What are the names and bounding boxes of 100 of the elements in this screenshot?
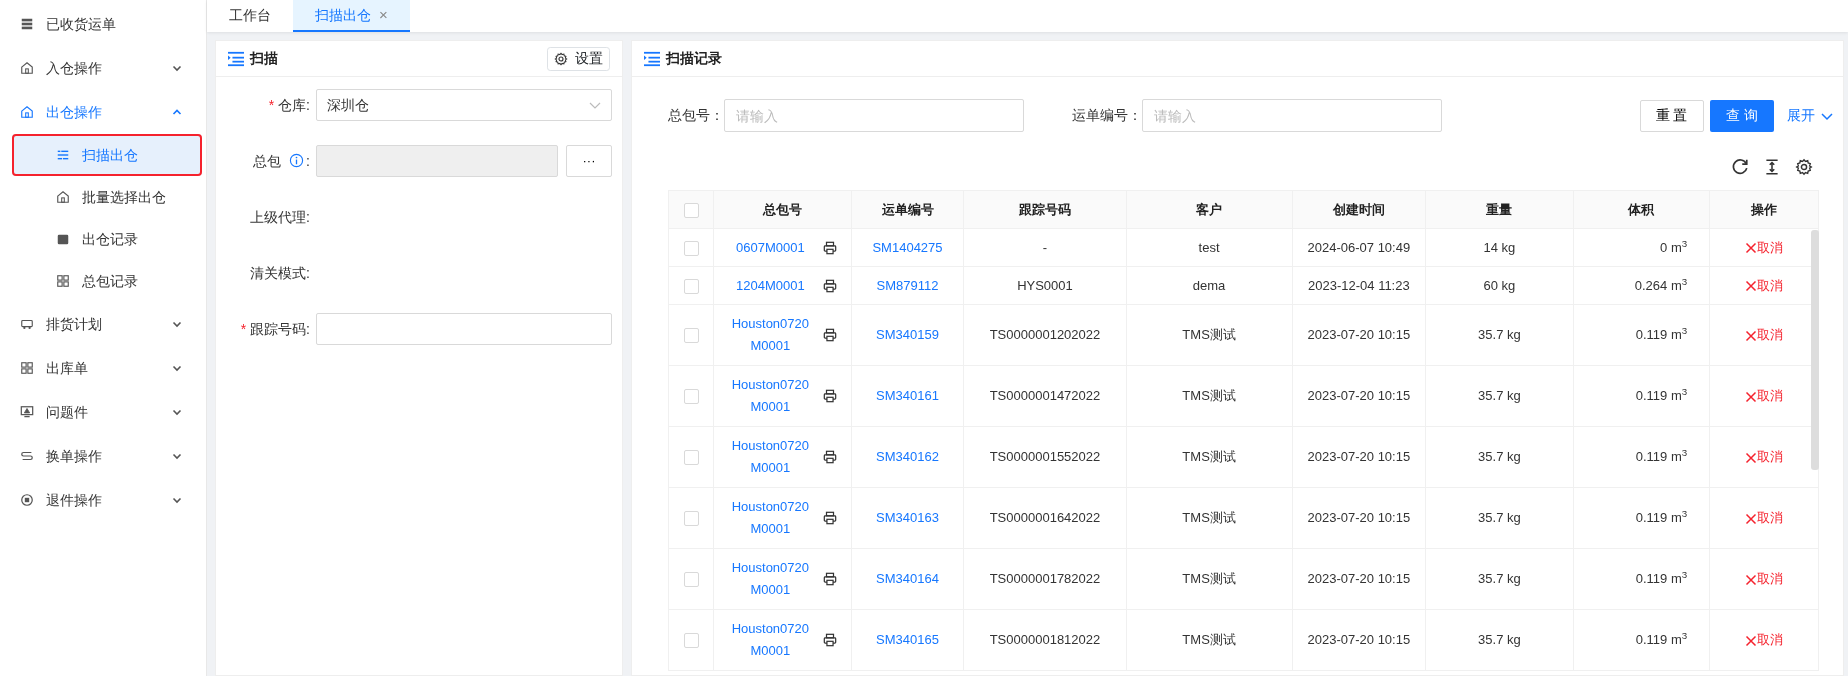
printer-icon[interactable] <box>823 240 838 255</box>
checkbox[interactable] <box>683 389 699 405</box>
waybill-link[interactable]: SM340159 <box>876 327 939 343</box>
table-cell: TS0000001782022 <box>963 548 1126 610</box>
reset-button[interactable]: 重 置 <box>1639 99 1704 132</box>
table-cell: 0.119 m$^{3}$ <box>1573 548 1710 610</box>
checkbox[interactable] <box>683 328 699 344</box>
close-icon <box>1745 512 1758 525</box>
table-cell: TS0000001552022 <box>963 426 1126 488</box>
column-height-icon[interactable] <box>1763 158 1781 176</box>
waybill-link[interactable]: SM340164 <box>876 571 939 587</box>
close-icon <box>1745 329 1758 342</box>
cancel-link[interactable]: 取消 <box>1745 327 1784 343</box>
checkbox[interactable] <box>683 278 699 294</box>
table-cell: TS0000001472022 <box>963 365 1126 427</box>
menu-item[interactable]: 出仓操作 <box>0 90 206 134</box>
refresh-icon[interactable] <box>1731 158 1749 176</box>
printer-icon[interactable] <box>823 278 838 293</box>
cancel-link[interactable]: 取消 <box>1745 510 1784 526</box>
table-cell: 35.7 kg <box>1425 426 1574 488</box>
menu-item[interactable]: 已收货运单 <box>0 2 206 46</box>
table-cell: 35.7 kg <box>1425 365 1574 427</box>
table-cell: 14 kg <box>1425 228 1574 267</box>
table-cell: 0 m$^{3}$ <box>1573 228 1710 267</box>
checkbox[interactable] <box>683 202 699 218</box>
column-header: 体积 <box>1573 190 1710 229</box>
submenu-item[interactable]: 扫描出仓 <box>12 134 202 176</box>
tab[interactable]: 工作台 <box>207 0 293 32</box>
checkbox[interactable] <box>683 633 699 649</box>
table-cell: 0.119 m$^{3}$ <box>1573 365 1710 427</box>
menu-item[interactable]: 排货计划 <box>0 302 206 346</box>
column-header: 创建时间 <box>1292 190 1426 229</box>
printer-icon[interactable] <box>823 633 838 647</box>
table-cell: 35.7 kg <box>1425 487 1574 549</box>
printer-icon[interactable] <box>823 389 838 403</box>
cancel-link[interactable]: 取消 <box>1745 449 1784 465</box>
field-label: 总包号： <box>668 106 724 125</box>
search-field[interactable]: 请输入 <box>1142 99 1442 132</box>
house-icon <box>20 61 34 75</box>
menu-item[interactable]: 退件操作 <box>0 478 206 522</box>
chevron-down-icon <box>172 363 182 373</box>
waybill-link[interactable]: SM340162 <box>876 449 939 465</box>
close-icon <box>1745 634 1758 647</box>
waybill-link[interactable]: SM340163 <box>876 510 939 526</box>
cancel-link[interactable]: 取消 <box>1745 571 1784 587</box>
scrollbar[interactable] <box>1811 230 1819 470</box>
table-cell: 2023-07-20 10:15 <box>1292 426 1426 488</box>
cancel-link[interactable]: 取消 <box>1745 632 1784 648</box>
menu-item[interactable]: 换单操作 <box>0 434 206 478</box>
panel-title: 扫描记录 <box>666 49 722 68</box>
checkbox[interactable] <box>683 240 699 256</box>
table-cell: 2023-12-04 11:23 <box>1292 266 1426 305</box>
colon: : <box>306 96 310 113</box>
query-button[interactable]: 查 询 <box>1710 99 1774 132</box>
cancel-link[interactable]: 取消 <box>1745 239 1784 255</box>
printer-icon[interactable] <box>823 511 838 525</box>
checkbox[interactable] <box>683 511 699 527</box>
submenu-item[interactable]: 出仓记录 <box>12 218 202 260</box>
required-mark: * <box>240 320 247 337</box>
search-field[interactable]: 请输入 <box>724 99 1024 132</box>
settings-icon[interactable] <box>1795 158 1813 176</box>
menu-item[interactable]: 入仓操作 <box>0 46 206 90</box>
chevron-down-icon <box>172 407 182 417</box>
table-cell: TMS测试 <box>1126 548 1293 610</box>
cancel-link[interactable]: 取消 <box>1745 388 1784 404</box>
tab[interactable]: 扫描出仓 × <box>293 0 410 32</box>
submenu-item[interactable]: 总包记录 <box>12 260 202 302</box>
table-cell: 0.264 m$^{3}$ <box>1573 266 1710 305</box>
close-icon <box>1745 242 1758 255</box>
column-header: 跟踪号码 <box>963 190 1126 229</box>
expand-link[interactable]: 展开 <box>1787 105 1833 126</box>
table-cell: TS0000001202022 <box>963 304 1126 366</box>
grid-icon <box>56 274 70 288</box>
checkbox[interactable] <box>683 572 699 588</box>
chevron-down-icon <box>172 319 182 329</box>
checkbox[interactable] <box>683 450 699 466</box>
table-cell: TS0000001812022 <box>963 609 1126 671</box>
list-indent-icon <box>644 50 660 67</box>
printer-icon[interactable] <box>823 328 838 342</box>
table-cell: TS0000001642022 <box>963 487 1126 549</box>
submenu-item[interactable]: 批量选择出仓 <box>12 176 202 218</box>
waybill-link[interactable]: SM340165 <box>876 632 939 648</box>
settings-button[interactable]: 设置 <box>546 46 610 71</box>
waybill-link[interactable]: SM340161 <box>876 388 939 404</box>
table-cell: 2023-07-20 10:15 <box>1292 609 1426 671</box>
printer-icon[interactable] <box>823 572 838 586</box>
cancel-link[interactable]: 取消 <box>1745 277 1784 293</box>
column-header: 操作 <box>1709 190 1819 229</box>
menu-item[interactable]: 出库单 <box>0 346 206 390</box>
chevron-up-icon <box>172 107 182 117</box>
input-field[interactable] <box>316 313 612 345</box>
settings-icon <box>554 51 568 66</box>
printer-icon[interactable] <box>823 450 838 464</box>
panel-title: 扫描 <box>250 49 278 68</box>
menu-item[interactable]: 问题件 <box>0 390 206 434</box>
colon: : <box>306 208 310 225</box>
column-header: 客户 <box>1126 190 1293 229</box>
select-field[interactable]: 深圳仓 <box>316 89 612 121</box>
close-icon[interactable]: × <box>379 3 388 27</box>
field-label: 总包 <box>253 152 282 169</box>
